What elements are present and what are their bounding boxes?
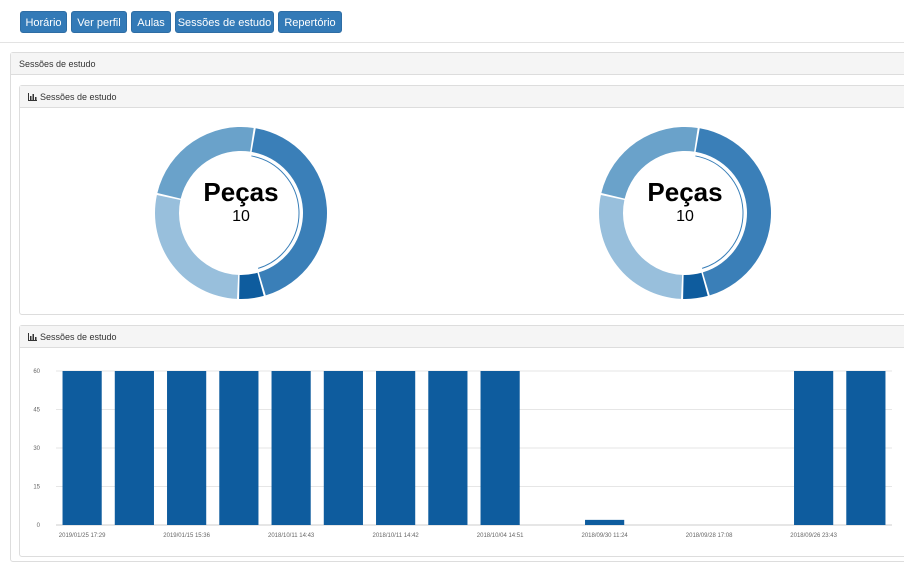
bar-chart: 0 15 30 45 60 2019/01/25 17:29 2019/01/15 15:3… [33,369,892,539]
bar-9 [480,371,520,525]
bar-6 [323,371,363,525]
study-sessions-panel: Sessões de estudo Sessões de estudo Peça… [10,52,904,562]
bar-8 [428,371,468,525]
top-navigation: Horário Ver perfil Aulas Sessões de estu… [0,0,904,43]
bar-11 [585,519,625,525]
donut-title-left: Peças [203,177,279,207]
bar-2 [114,371,154,525]
y-tick-label-45: 45 [33,408,40,414]
bar-4 [219,371,259,525]
x-tick-label-4: 2018/10/11 14:42 [372,533,419,539]
donut-value-right: 10 [676,208,694,225]
nav-button-repertorio[interactable]: Repertório [278,11,342,33]
y-tick-label-0: 0 [37,523,41,529]
donut-left-segment-2 [239,272,264,299]
nav-button-sessoes-de-estudo[interactable]: Sessões de estudo [175,11,274,33]
x-tick-label-3: 2018/10/11 14:43 [268,533,315,539]
donut-value-left: 10 [232,208,250,225]
x-tick-label-1: 2019/01/25 17:29 [59,533,106,539]
x-tick-label-6: 2018/09/30 11:24 [581,533,628,539]
nav-button-ver-perfil[interactable]: Ver perfil [71,11,127,33]
x-tick-label-7: 2018/09/28 17:08 [686,533,733,539]
bar-7 [376,371,416,525]
y-tick-label-15: 15 [33,485,40,491]
bar-1 [62,371,102,525]
bar-5 [271,371,311,525]
y-tick-label-30: 30 [33,446,40,452]
y-tick-label-60: 60 [33,369,40,375]
donut-right-segment-2 [683,272,708,299]
x-tick-label-8: 2018/09/26 23:43 [790,533,837,539]
nav-button-aulas[interactable]: Aulas [131,11,171,33]
donut-label-right: Peças 10 [595,177,775,226]
donut-chart-panel-heading: Sessões de estudo [20,86,904,108]
bar-15 [794,371,834,525]
donut-chart-panel-title: Sessões de estudo [40,92,117,102]
nav-button-horario[interactable]: Horário [20,11,67,33]
donut-title-right: Peças [647,177,723,207]
donut-label-left: Peças 10 [151,177,331,226]
donut-chart-panel: Sessões de estudo Peças 10 Peças 10 [19,85,904,315]
bar-chart-icon [28,93,37,101]
study-sessions-panel-heading: Sessões de estudo [11,53,904,75]
bar-16 [846,371,886,525]
x-tick-label-2: 2019/01/15 15:36 [163,533,210,539]
bar-3 [167,371,207,525]
bar-chart-panel: Sessões de estudo 0 15 30 45 60 2019/01/25 17… [19,325,904,557]
study-sessions-panel-title: Sessões de estudo [19,59,96,69]
x-tick-label-5: 2018/10/04 14:51 [477,533,524,539]
